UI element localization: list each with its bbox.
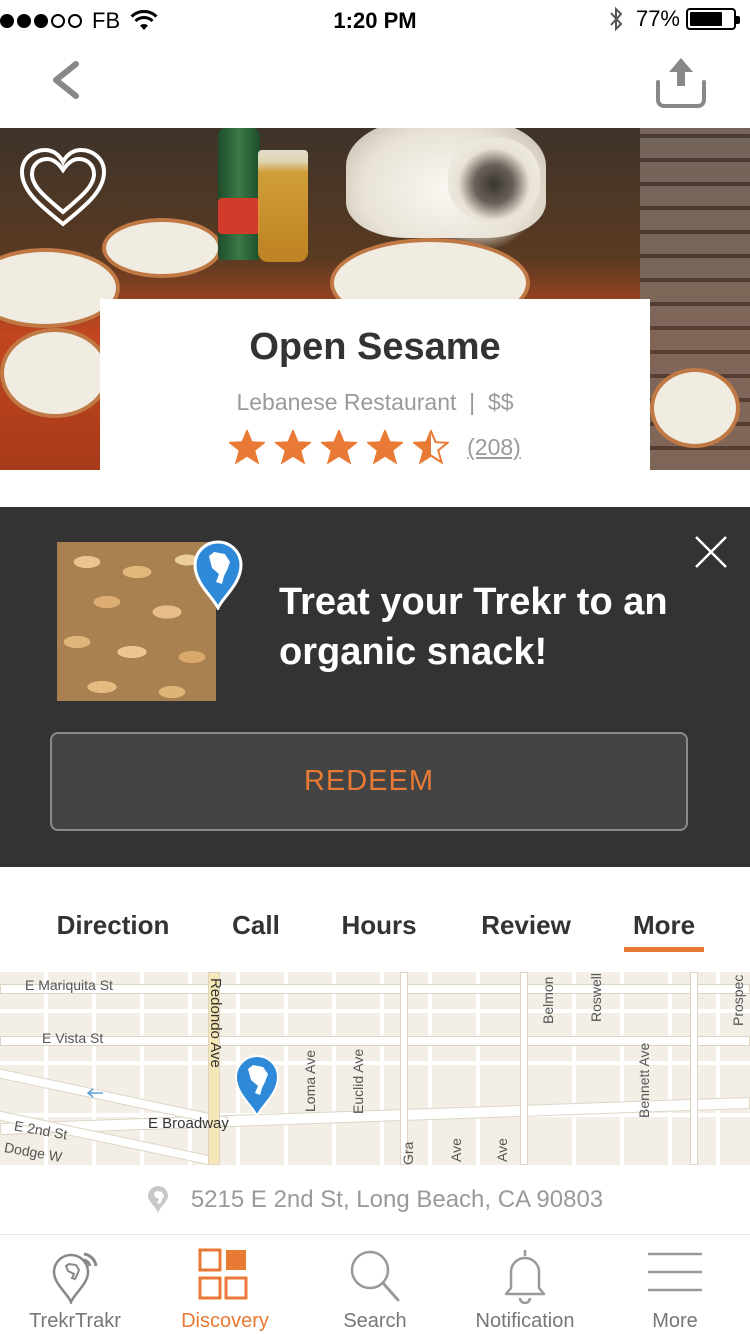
trekr-pin-icon [193, 540, 243, 610]
tab-more[interactable]: More [624, 910, 704, 941]
star-half-icon [413, 430, 450, 464]
restaurant-meta: Lebanese Restaurant | $$ [100, 389, 650, 416]
battery-percent: 77% [635, 6, 680, 31]
map-direction-arrow-icon [86, 1088, 103, 1098]
restaurant-price: $$ [487, 389, 514, 415]
back-button[interactable] [44, 56, 88, 104]
active-tab-indicator [624, 947, 704, 952]
map-label: Belmon [540, 976, 556, 1024]
favorite-heart-button[interactable] [18, 146, 108, 230]
share-button[interactable] [654, 52, 708, 110]
redeem-button[interactable]: REDEEM [50, 732, 688, 831]
meta-separator: | [469, 389, 476, 415]
grid-icon [198, 1248, 248, 1300]
detail-tabs: Direction Call Hours Review More [0, 910, 750, 960]
tab-direction[interactable]: Direction [54, 910, 172, 941]
map-label: Ave [494, 1138, 510, 1162]
battery-icon [686, 8, 740, 30]
tab-hours[interactable]: Hours [339, 910, 419, 941]
map-label: Redondo Ave [207, 978, 224, 1068]
nav-item-trekrtrakr[interactable]: TrekrTrakr [0, 1236, 150, 1334]
map-label: E Broadway [148, 1115, 229, 1132]
map-label: Prospec [730, 974, 746, 1026]
tab-call[interactable]: Call [226, 910, 286, 941]
star-full-icon [229, 430, 266, 464]
menu-icon [648, 1252, 702, 1292]
nav-item-search[interactable]: Search [300, 1236, 450, 1334]
restaurant-name: Open Sesame [249, 326, 501, 368]
nav-label: Search [343, 1310, 407, 1332]
location-pin-icon [147, 1185, 168, 1213]
map-label: E Vista St [42, 1030, 104, 1046]
navigation-bar [0, 40, 750, 128]
nav-label: More [652, 1310, 698, 1332]
restaurant-info-card: Open Sesame Lebanese Restaurant | $$ (20… [100, 299, 650, 470]
location-map[interactable]: E Mariquita St E Vista St E 2nd St Dodge… [0, 972, 750, 1165]
map-label: Gra [400, 1141, 416, 1165]
map-label: Loma Ave [302, 1049, 318, 1112]
address-row[interactable]: 5215 E 2nd St, Long Beach, CA 90803 [0, 1165, 750, 1235]
address-text: 5215 E 2nd St, Long Beach, CA 90803 [190, 1185, 604, 1213]
star-rating [229, 430, 450, 464]
review-count-link[interactable]: (208) [467, 434, 521, 461]
star-full-icon [321, 430, 358, 464]
close-icon[interactable] [694, 535, 728, 569]
star-full-icon [275, 430, 312, 464]
bottom-tab-bar: TrekrTrakr Discovery Search Notification… [0, 1236, 750, 1334]
location-signal-icon [52, 1252, 98, 1304]
star-full-icon [367, 430, 404, 464]
nav-item-more[interactable]: More [600, 1236, 750, 1334]
map-label: Bennett Ave [636, 1042, 652, 1118]
map-location-pin-icon[interactable] [233, 1054, 281, 1118]
map-label: Ave [448, 1138, 464, 1162]
nav-label: Discovery [181, 1310, 269, 1332]
map-label: Roswell [588, 972, 604, 1022]
nav-label: Notification [475, 1310, 575, 1332]
promo-banner: Treat your Trekr to an organic snack! RE… [0, 507, 750, 867]
nav-label: TrekrTrakr [29, 1310, 121, 1332]
nav-item-discovery[interactable]: Discovery [150, 1236, 300, 1334]
map-label: Dodge W [3, 1139, 64, 1165]
search-icon [350, 1250, 400, 1302]
nav-item-notification[interactable]: Notification [450, 1236, 600, 1334]
map-label: Euclid Ave [350, 1048, 366, 1114]
promo-title: Treat your Trekr to an organic snack! [279, 581, 668, 673]
tab-review[interactable]: Review [478, 910, 574, 941]
bluetooth-icon [610, 6, 623, 32]
status-bar: FB 1:20 PM 77% [0, 0, 750, 40]
rating-row: (208) [100, 430, 650, 464]
map-label: E Mariquita St [25, 977, 113, 993]
restaurant-category: Lebanese Restaurant [236, 389, 457, 415]
status-right: 77% [608, 6, 740, 32]
bell-icon [504, 1250, 546, 1304]
